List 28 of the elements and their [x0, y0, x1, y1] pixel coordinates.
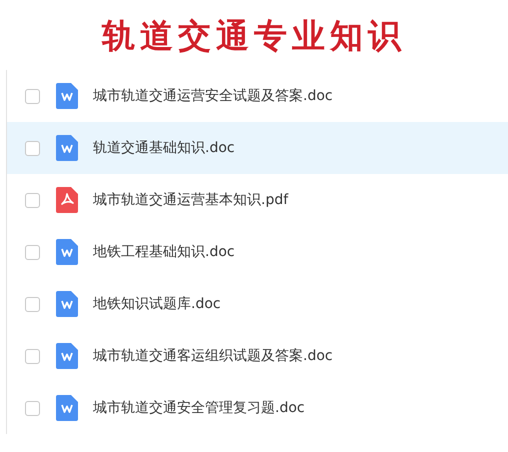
checkbox[interactable]	[25, 244, 40, 260]
file-name: 城市轨道交通运营基本知识.pdf	[93, 191, 288, 209]
file-row[interactable]: 城市轨道交通运营安全试题及答案.doc	[7, 70, 508, 122]
file-row[interactable]: 地铁知识试题库.doc	[7, 278, 508, 330]
word-document-icon	[56, 291, 78, 317]
checkbox[interactable]	[25, 348, 40, 364]
checkbox[interactable]	[25, 88, 40, 104]
checkbox[interactable]	[25, 192, 40, 208]
file-name: 轨道交通基础知识.doc	[93, 139, 235, 157]
file-name: 地铁知识试题库.doc	[93, 295, 221, 313]
file-row[interactable]: 城市轨道交通安全管理复习题.doc	[7, 382, 508, 434]
word-document-icon	[56, 83, 78, 109]
word-document-icon	[56, 135, 78, 161]
file-row[interactable]: 地铁工程基础知识.doc	[7, 226, 508, 278]
file-name: 城市轨道交通安全管理复习题.doc	[93, 399, 305, 417]
word-document-icon	[56, 395, 78, 421]
file-name: 地铁工程基础知识.doc	[93, 243, 235, 261]
pdf-document-icon	[56, 187, 78, 213]
file-name: 城市轨道交通运营安全试题及答案.doc	[93, 87, 333, 105]
word-document-icon	[56, 343, 78, 369]
file-row[interactable]: 轨道交通基础知识.doc	[7, 122, 508, 174]
checkbox[interactable]	[25, 400, 40, 416]
word-document-icon	[56, 239, 78, 265]
file-name: 城市轨道交通客运组织试题及答案.doc	[93, 347, 333, 365]
file-row[interactable]: 城市轨道交通客运组织试题及答案.doc	[7, 330, 508, 382]
checkbox[interactable]	[25, 140, 40, 156]
checkbox[interactable]	[25, 296, 40, 312]
file-row[interactable]: 城市轨道交通运营基本知识.pdf	[7, 174, 508, 226]
